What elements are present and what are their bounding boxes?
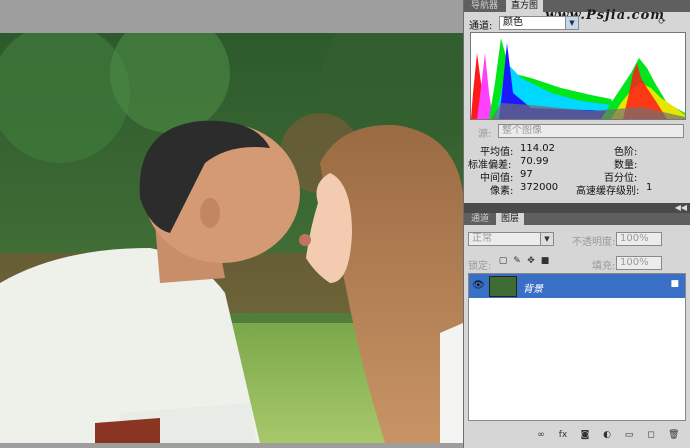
chevron-down-icon: ▼ xyxy=(565,17,578,29)
fx-icon[interactable]: fx xyxy=(558,430,568,440)
tab-layers[interactable]: 图层 xyxy=(496,213,525,225)
source-label: 源: xyxy=(478,129,492,140)
layer-lock-icon: ■ xyxy=(670,279,679,289)
tab-channels[interactable]: 通道 xyxy=(466,213,494,225)
right-panel-column: 导航器 直方图 www.Psjia.com 通道: 颜色 ▼ ⟳ 源: 整个图像… xyxy=(463,0,690,448)
brush-icon[interactable]: ✎ xyxy=(512,256,522,266)
layer-row-background[interactable]: 👁 背景 ■ xyxy=(469,274,685,298)
pixels-label: 像素: xyxy=(490,186,514,197)
source-value: 整个图像 xyxy=(502,125,542,136)
lock-transparent-icon[interactable]: ▢ xyxy=(498,256,508,266)
histogram-graph xyxy=(470,32,686,120)
layers-bottom-toolbar: ∞ fx ◙ ◐ ▭ ◻ 🗑 xyxy=(464,424,690,448)
layers-tabbar: 通道 图层 xyxy=(464,213,690,225)
opacity-input[interactable]: 100% xyxy=(616,232,662,246)
blend-mode-select[interactable]: 正常 ▼ xyxy=(468,232,554,246)
chevron-down-icon: ▼ xyxy=(540,233,553,245)
channel-label: 通道: xyxy=(469,21,493,32)
blend-mode-value: 正常 xyxy=(472,233,492,244)
opacity-value: 100% xyxy=(620,233,649,244)
collapse-icon[interactable]: ◀◀ xyxy=(675,203,687,212)
histogram-svg xyxy=(471,38,685,119)
mask-icon[interactable]: ◙ xyxy=(580,430,590,440)
opacity-label: 不透明度: xyxy=(572,237,616,248)
move-icon[interactable]: ✥ xyxy=(526,256,536,266)
lock-icon[interactable]: ■ xyxy=(540,256,550,266)
layer-thumbnail xyxy=(489,276,517,297)
fill-input[interactable]: 100% xyxy=(616,256,662,270)
layer-list: 👁 背景 ■ xyxy=(468,273,686,421)
median-value: 97 xyxy=(520,169,533,180)
link-icon[interactable]: ∞ xyxy=(536,430,546,440)
tab-histogram[interactable]: 直方图 xyxy=(506,0,544,12)
channel-value: 颜色 xyxy=(503,17,523,28)
layer-name: 背景 xyxy=(523,284,543,295)
new-layer-icon[interactable]: ◻ xyxy=(646,430,656,440)
panel-divider: ◀◀ xyxy=(464,203,690,213)
std-value: 70.99 xyxy=(520,156,549,167)
tab-navigator[interactable]: 导航器 xyxy=(466,0,503,12)
adjustment-icon[interactable]: ◐ xyxy=(602,430,612,440)
canvas-area[interactable] xyxy=(0,0,463,448)
trash-icon[interactable]: 🗑 xyxy=(668,430,679,440)
source-select[interactable]: 整个图像 xyxy=(498,124,684,138)
channel-select[interactable]: 颜色 ▼ xyxy=(499,16,579,30)
fill-value: 100% xyxy=(620,257,649,268)
pixels-value: 372000 xyxy=(520,182,559,193)
eye-icon[interactable]: 👁 xyxy=(472,280,485,291)
mean-value: 114.02 xyxy=(520,143,555,154)
folder-icon[interactable]: ▭ xyxy=(624,430,634,440)
cache-label: 高速缓存级别: xyxy=(576,186,640,197)
lock-label: 锁定: xyxy=(468,261,492,272)
photo-image xyxy=(0,33,463,443)
refresh-icon[interactable]: ⟳ xyxy=(657,17,667,27)
cache-value: 1 xyxy=(646,182,653,193)
photo-kissing-couple[interactable] xyxy=(0,33,463,443)
fill-label: 填充: xyxy=(592,261,616,272)
